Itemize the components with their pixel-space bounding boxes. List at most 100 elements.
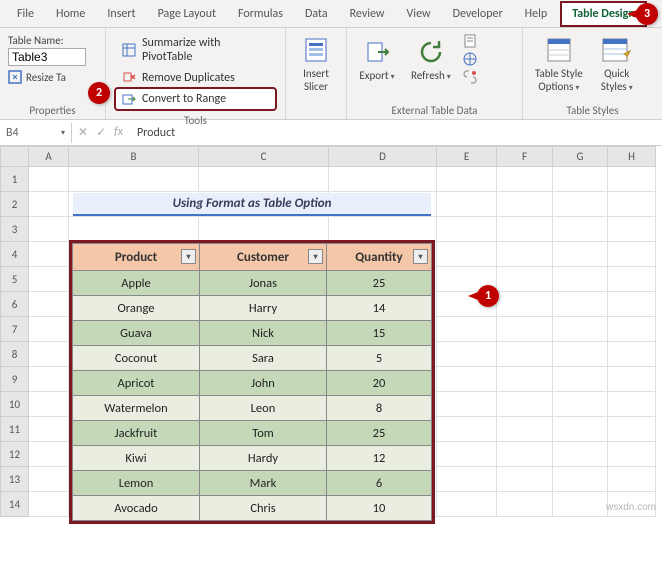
summarize-pivot-button[interactable]: Summarize with PivotTable <box>116 33 275 67</box>
col-header[interactable]: B <box>69 147 199 167</box>
table-row[interactable]: OrangeHarry14 <box>73 296 432 321</box>
tab-file[interactable]: File <box>6 2 45 26</box>
row-header[interactable]: 13 <box>1 467 29 492</box>
row-header[interactable]: 5 <box>1 267 29 292</box>
insert-slicer-button[interactable]: InsertSlicer <box>290 30 342 93</box>
col-header[interactable]: D <box>329 147 437 167</box>
slicer-label-1: Insert <box>303 67 329 80</box>
tab-developer[interactable]: Developer <box>442 2 514 26</box>
tab-help[interactable]: Help <box>514 2 559 26</box>
group-tools: Summarize with PivotTable Remove Duplica… <box>106 28 286 119</box>
remove-duplicates-button[interactable]: Remove Duplicates <box>116 68 275 88</box>
tab-page-layout[interactable]: Page Layout <box>147 2 227 26</box>
col-header[interactable]: F <box>497 147 553 167</box>
table-style-options-button[interactable]: Table StyleOptions▾ <box>527 30 591 93</box>
group-label-external: External Table Data <box>351 102 518 119</box>
row-header[interactable]: 7 <box>1 317 29 342</box>
filter-dropdown-icon[interactable]: ▾ <box>308 249 323 264</box>
callout-1: 1 <box>477 285 499 307</box>
chevron-down-icon: ▾ <box>61 128 65 138</box>
export-icon <box>361 36 393 68</box>
name-box[interactable]: B4 ▾ <box>0 123 72 143</box>
tab-home[interactable]: Home <box>45 2 96 26</box>
remove-duplicates-label: Remove Duplicates <box>142 71 235 85</box>
refresh-button[interactable]: Refresh▾ <box>403 30 459 84</box>
col-header[interactable]: A <box>29 147 69 167</box>
tab-data[interactable]: Data <box>294 2 339 26</box>
table-row[interactable]: CoconutSara5 <box>73 346 432 371</box>
table-row[interactable]: JackfruitTom25 <box>73 421 432 446</box>
row-header[interactable]: 12 <box>1 442 29 467</box>
sheet-grid-area: A B C D E F G H 1 2 3 4 5 6 7 8 9 10 11 … <box>0 146 662 517</box>
group-table-styles: Table StyleOptions▾ QuickStyles▾ Table S… <box>523 28 662 119</box>
styleopt-label-1: Table Style <box>535 67 583 80</box>
remove-duplicates-icon <box>122 71 136 85</box>
table-row[interactable]: AvocadoChris10 <box>73 496 432 521</box>
callout-2: 2 <box>88 82 110 104</box>
tab-view[interactable]: View <box>396 2 442 26</box>
slicer-label-2: Slicer <box>304 80 328 93</box>
convert-range-label: Convert to Range <box>142 92 226 106</box>
filter-dropdown-icon[interactable]: ▾ <box>181 249 196 264</box>
table-row[interactable]: LemonMark6 <box>73 471 432 496</box>
chevron-down-icon: ▾ <box>391 72 395 82</box>
quick-label-1: Quick <box>604 67 629 80</box>
row-header[interactable]: 4 <box>1 242 29 267</box>
convert-to-range-button[interactable]: Convert to Range <box>116 89 275 109</box>
refresh-label: Refresh <box>411 69 445 82</box>
tab-review[interactable]: Review <box>339 2 396 26</box>
refresh-icon <box>415 36 447 68</box>
row-header[interactable]: 14 <box>1 492 29 517</box>
watermark: wsxdn.com <box>606 502 656 513</box>
summarize-pivot-label: Summarize with PivotTable <box>142 36 269 64</box>
table-row[interactable]: KiwiHardy12 <box>73 446 432 471</box>
group-properties: Table Name: Resize Ta Properties 2 <box>0 28 106 119</box>
data-table-region: Product▾ Customer▾ Quantity▾ AppleJonas2… <box>69 240 435 524</box>
slicer-icon <box>300 34 332 66</box>
row-header[interactable]: 9 <box>1 367 29 392</box>
table-row[interactable]: GuavaNick15 <box>73 321 432 346</box>
row-header[interactable]: 2 <box>1 192 29 217</box>
col-header[interactable]: E <box>437 147 497 167</box>
unlink-icon[interactable] <box>463 70 477 84</box>
table-header-row: Product▾ Customer▾ Quantity▾ <box>73 244 432 271</box>
table-row[interactable]: WatermelonLeon8 <box>73 396 432 421</box>
chevron-down-icon: ▾ <box>629 83 633 93</box>
chevron-down-icon: ▾ <box>447 72 451 82</box>
header-product[interactable]: Product▾ <box>73 244 200 271</box>
col-header[interactable]: C <box>199 147 329 167</box>
convert-range-icon <box>122 92 136 106</box>
open-browser-icon[interactable] <box>463 52 477 66</box>
filter-dropdown-icon[interactable]: ▾ <box>413 249 428 264</box>
table-name-input[interactable] <box>8 48 86 66</box>
header-customer[interactable]: Customer▾ <box>200 244 327 271</box>
row-header[interactable]: 11 <box>1 417 29 442</box>
row-header[interactable]: 6 <box>1 292 29 317</box>
row-header[interactable]: 8 <box>1 342 29 367</box>
callout-3: 3 <box>636 3 658 25</box>
group-label-properties: Properties <box>4 102 101 119</box>
tab-insert[interactable]: Insert <box>96 2 146 26</box>
table-row[interactable]: AppleJonas25 <box>73 271 432 296</box>
title-cell: Using Format as Table Option <box>73 193 431 216</box>
row-header[interactable]: 1 <box>1 167 29 192</box>
check-icon: ✓ <box>96 125 106 140</box>
resize-icon <box>8 70 22 84</box>
resize-label: Resize Ta <box>26 71 66 84</box>
properties-icon[interactable] <box>463 34 477 48</box>
tab-formulas[interactable]: Formulas <box>227 2 294 26</box>
quick-styles-button[interactable]: QuickStyles▾ <box>591 30 643 93</box>
row-header[interactable]: 3 <box>1 217 29 242</box>
header-quantity[interactable]: Quantity▾ <box>327 244 432 271</box>
col-header[interactable]: H <box>608 147 656 167</box>
styleopt-label-2: Options <box>538 80 573 93</box>
row-header[interactable]: 10 <box>1 392 29 417</box>
pivottable-icon <box>122 43 136 57</box>
quick-label-2: Styles <box>601 80 627 93</box>
ribbon-body: Table Name: Resize Ta Properties 2 Summa… <box>0 28 662 120</box>
resize-table-button[interactable]: Resize Ta <box>8 70 97 84</box>
col-header[interactable]: G <box>553 147 608 167</box>
table-row[interactable]: ApricotJohn20 <box>73 371 432 396</box>
export-button[interactable]: Export▾ <box>351 30 403 84</box>
select-all-corner[interactable] <box>1 147 29 167</box>
